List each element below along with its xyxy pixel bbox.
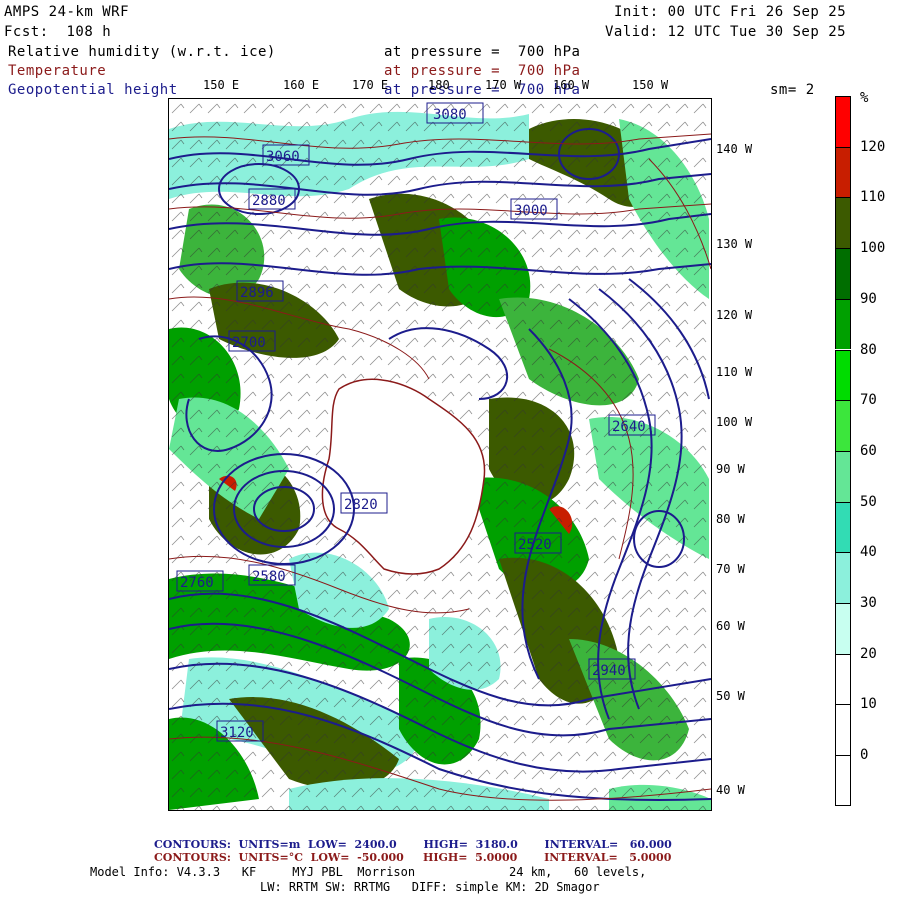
model-title: AMPS 24-km WRF bbox=[4, 4, 130, 20]
colorbar-label: 0 bbox=[860, 747, 869, 764]
smoothing-label: sm= 2 bbox=[770, 82, 815, 98]
colorbar-label: 10 bbox=[860, 696, 877, 713]
colorbar-label: 60 bbox=[860, 442, 877, 459]
contour-label-text: 2880 bbox=[252, 193, 286, 209]
lat-label: 130 W bbox=[716, 237, 753, 251]
colorbar-label: 100 bbox=[860, 240, 886, 257]
init-time: Init: 00 UTC Fri 26 Sep 25 bbox=[614, 4, 847, 20]
footer-height-contours: CONTOURS: UNITS=m LOW= 2400.0 HIGH= 3180… bbox=[154, 838, 672, 851]
contour-label-text: 3060 bbox=[266, 149, 300, 165]
lat-label: 70 W bbox=[716, 562, 745, 576]
colorbar-segment bbox=[835, 400, 851, 451]
map-canvas: 3060 3000 2880 2896 2700 2820 2640 2580 … bbox=[169, 99, 711, 810]
footer-physics-info: LW: RRTM SW: RRTMG DIFF: simple KM: 2D S… bbox=[260, 880, 600, 894]
colorbar-label: 20 bbox=[860, 645, 877, 662]
contour-label-text: 2760 bbox=[180, 575, 214, 591]
lon-label: 160 E bbox=[283, 78, 320, 92]
contour-label-text: 2520 bbox=[518, 537, 552, 553]
contour-label-text: 3120 bbox=[220, 725, 254, 741]
colorbar-segment bbox=[835, 501, 851, 553]
lon-label: 170 E bbox=[352, 78, 389, 92]
forecast-map: 3060 3000 2880 2896 2700 2820 2640 2580 … bbox=[168, 98, 712, 811]
lat-label: 50 W bbox=[716, 689, 745, 703]
field-rh-name: Relative humidity (w.r.t. ice) bbox=[8, 44, 276, 60]
contour-label-text: 3000 bbox=[514, 203, 548, 219]
lat-label: 40 W bbox=[716, 783, 745, 797]
field-height-level: at pressure = 700 hPa bbox=[384, 82, 581, 98]
lon-label: 160 W bbox=[553, 78, 590, 92]
colorbar-segment bbox=[835, 450, 851, 502]
colorbar-segment bbox=[835, 248, 851, 299]
contour-label-text: 2580 bbox=[252, 569, 286, 585]
colorbar-label: 30 bbox=[860, 595, 877, 611]
lon-label: 180 bbox=[428, 78, 450, 92]
lat-label: 140 W bbox=[716, 142, 753, 156]
lat-label: 110 W bbox=[716, 365, 753, 379]
colorbar-label: 40 bbox=[860, 544, 877, 561]
lon-label: 170 W bbox=[485, 78, 522, 92]
contour-label-text: 2940 bbox=[592, 663, 626, 679]
colorbar-label: 50 bbox=[860, 493, 877, 510]
field-height-name: Geopotential height bbox=[8, 82, 178, 98]
lat-label: 100 W bbox=[716, 415, 753, 429]
lat-label: 120 W bbox=[716, 308, 753, 322]
colorbar-label: 120 bbox=[860, 138, 886, 155]
colorbar-segment bbox=[835, 298, 851, 350]
contour-label-text: 2700 bbox=[232, 335, 266, 351]
colorbar-segment bbox=[835, 552, 851, 603]
field-rh-level: at pressure = 700 hPa bbox=[384, 44, 581, 60]
contour-label-text: 2896 bbox=[240, 285, 274, 301]
contour-label-text: 3080 bbox=[433, 107, 467, 123]
footer-model-info: Model Info: V4.3.3 KF MYJ PBL Morrison 2… bbox=[90, 865, 647, 879]
colorbar-label: 80 bbox=[860, 341, 877, 358]
forecast-hour: Fcst: 108 h bbox=[4, 24, 112, 40]
colorbar-segment bbox=[835, 704, 851, 756]
colorbar-label: 90 bbox=[860, 290, 877, 307]
field-temp-name: Temperature bbox=[8, 63, 107, 79]
lat-label: 80 W bbox=[716, 512, 745, 526]
field-temp-level: at pressure = 700 hPa bbox=[384, 63, 581, 79]
lon-label: 150 W bbox=[632, 78, 669, 92]
contour-label-text: 2820 bbox=[344, 497, 378, 513]
colorbar-unit: % bbox=[860, 90, 869, 106]
colorbar-segment bbox=[835, 653, 851, 705]
footer-temp-contours: CONTOURS: UNITS=°C LOW= -50.000 HIGH= 5.… bbox=[154, 851, 672, 864]
contour-label-text: 2640 bbox=[612, 419, 646, 435]
colorbar-label: 70 bbox=[860, 392, 877, 409]
colorbar-segment bbox=[835, 146, 851, 198]
valid-time: Valid: 12 UTC Tue 30 Sep 25 bbox=[605, 24, 847, 40]
colorbar-label: 110 bbox=[860, 189, 886, 206]
colorbar-segment bbox=[835, 349, 851, 401]
lat-label: 90 W bbox=[716, 462, 745, 476]
colorbar-segment bbox=[835, 603, 851, 654]
colorbar-segment bbox=[835, 96, 851, 147]
colorbar-segment bbox=[835, 755, 851, 806]
lat-label: 60 W bbox=[716, 619, 745, 633]
colorbar-segment bbox=[835, 197, 851, 249]
lon-label: 150 E bbox=[203, 78, 240, 92]
